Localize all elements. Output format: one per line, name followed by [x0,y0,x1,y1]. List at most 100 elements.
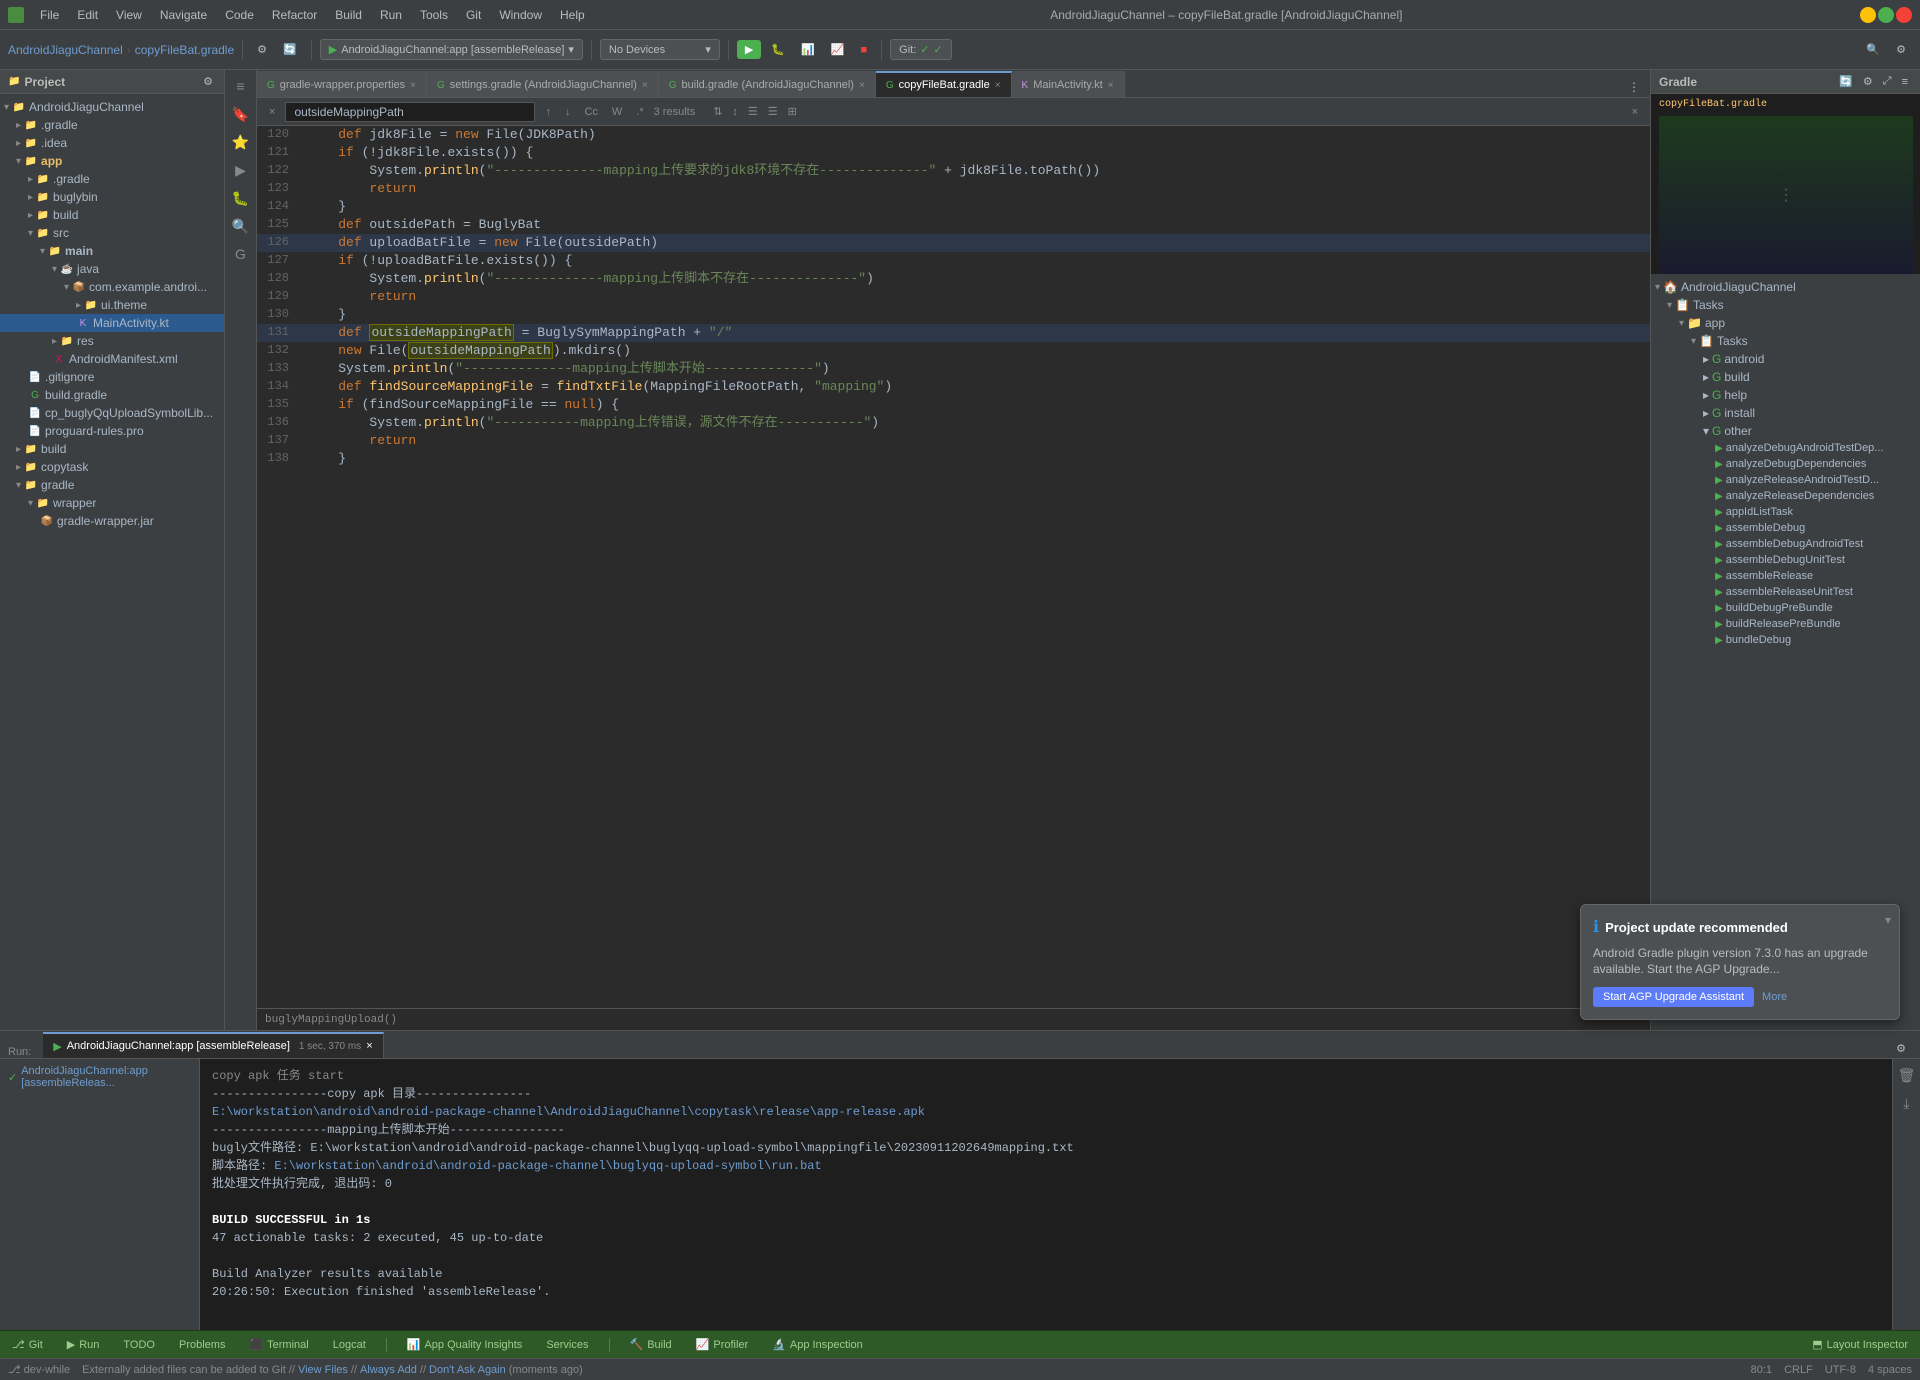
tree-item-mainactivity[interactable]: K MainActivity.kt [0,314,224,332]
gradle-sync-button[interactable]: 🔄 [1835,74,1857,89]
git-info[interactable]: Git: ✓ ✓ [890,39,952,60]
close-tab-copyfilebat[interactable]: × [995,80,1001,91]
tree-item-gitignore[interactable]: 📄 .gitignore [0,368,224,386]
tree-item-build-top[interactable]: ▸ 📁 build [0,440,224,458]
bottom-tool-git[interactable]: ⎇ Git [8,1336,47,1353]
breadcrumb-project[interactable]: AndroidJiaguChannel [8,43,123,57]
menu-file[interactable]: File [32,6,67,24]
view-files-link[interactable]: View Files [298,1364,348,1376]
run-scroll-button[interactable]: ⤓ [1895,1091,1919,1115]
tree-item-res[interactable]: ▸ 📁 res [0,332,224,350]
filter4-button[interactable]: ☰ [764,103,782,120]
menu-build[interactable]: Build [327,6,370,24]
dont-ask-link[interactable]: Don't Ask Again [429,1364,506,1376]
tab-build-gradle[interactable]: G build.gradle (AndroidJiaguChannel) × [659,71,876,97]
device-selector[interactable]: No Devices ▾ [600,39,720,60]
gradle-task-3[interactable]: ▶ analyzeReleaseAndroidTestD... [1651,472,1920,488]
menu-tools[interactable]: Tools [412,6,456,24]
gradle-task-bundle-debug[interactable]: ▶ bundleDebug [1651,632,1920,648]
bottom-tool-terminal[interactable]: ⬛ Terminal [245,1336,312,1353]
gradle-root[interactable]: ▾ 🏠 AndroidJiaguChannel [1651,278,1920,296]
search-word-button[interactable]: W [608,104,626,120]
menu-run[interactable]: Run [372,6,410,24]
gradle-task-assemble-debug-android[interactable]: ▶ assembleDebugAndroidTest [1651,536,1920,552]
bottom-tool-services[interactable]: Services [542,1337,592,1353]
tree-item-manifest[interactable]: X AndroidManifest.xml [0,350,224,368]
gradle-other[interactable]: ▾ G other [1651,422,1920,440]
project-structure-button[interactable]: ⚙ [251,40,273,59]
search-input[interactable] [285,102,535,122]
gradle-task-4[interactable]: ▶ analyzeReleaseDependencies [1651,488,1920,504]
bottom-tool-todo[interactable]: TODO [119,1337,159,1353]
bottom-tool-run[interactable]: ▶ Run [63,1336,104,1353]
search-case-button[interactable]: Cc [580,104,601,120]
gradle-task-build-debug[interactable]: ▶ buildDebugPreBundle [1651,600,1920,616]
menu-refactor[interactable]: Refactor [264,6,325,24]
close-run-tab[interactable]: × [366,1040,372,1052]
tree-item-cp-bugly[interactable]: 📄 cp_buglyQqUploadSymbolLib... [0,404,224,422]
gradle-app[interactable]: ▾ 📁 app [1651,314,1920,332]
status-indent[interactable]: 4 spaces [1868,1364,1912,1376]
tree-item-app[interactable]: ▾ 📁 app [0,152,224,170]
status-charset[interactable]: UTF-8 [1825,1364,1856,1376]
coverage-button[interactable]: 📊 [795,40,821,59]
tree-item-copytask[interactable]: ▸ 📁 copytask [0,458,224,476]
editor-content[interactable]: 120 def jdk8File = new File(JDK8Path) 12… [257,126,1650,1008]
script-path-link[interactable]: E:\workstation\android\android-package-c… [274,1159,821,1173]
tree-item-src[interactable]: ▾ 📁 src [0,224,224,242]
gradle-expand-button[interactable]: ⤢ [1879,74,1896,89]
bottom-tool-logcat[interactable]: Logcat [329,1337,370,1353]
gradle-settings-button[interactable]: ⚙ [1859,74,1877,89]
menu-git[interactable]: Git [458,6,489,24]
bottom-tool-app-quality[interactable]: 📊 App Quality Insights [403,1336,527,1353]
tree-item-java[interactable]: ▾ ☕ java [0,260,224,278]
gradle-filter-button[interactable]: ≡ [1898,74,1912,89]
close-tab-settings-gradle[interactable]: × [642,80,648,91]
apk-path-link[interactable]: E:\workstation\android\android-package-c… [212,1105,925,1119]
search-regex-button[interactable]: .* [632,104,647,120]
search-tool[interactable]: 🔍 [229,214,253,238]
tab-settings-gradle[interactable]: G settings.gradle (AndroidJiaguChannel) … [427,71,659,97]
tab-copyfilebat[interactable]: G copyFileBat.gradle × [876,71,1012,97]
breadcrumb-file[interactable]: copyFileBat.gradle [135,43,234,57]
menu-code[interactable]: Code [217,6,262,24]
gradle-build[interactable]: ▸ G build [1651,368,1920,386]
close-tab-build-gradle[interactable]: × [859,80,865,91]
status-encoding[interactable]: CRLF [1784,1364,1813,1376]
tree-item-ui-theme[interactable]: ▸ 📁 ui.theme [0,296,224,314]
gradle-app-tasks[interactable]: ▾ 📋 Tasks [1651,332,1920,350]
debug-button[interactable]: 🐛 [765,40,791,59]
close-button[interactable] [1896,7,1912,23]
debug-tool[interactable]: 🐛 [229,186,253,210]
favorites-tool[interactable]: ⭐ [229,130,253,154]
run-button[interactable]: ▶ [737,40,761,59]
run-tab-active[interactable]: ▶ AndroidJiaguChannel:app [assembleRelea… [43,1032,383,1058]
tree-item-idea[interactable]: ▸ 📁 .idea [0,134,224,152]
maximize-button[interactable] [1878,7,1894,23]
tree-root[interactable]: ▾ 📁 AndroidJiaguChannel [0,98,224,116]
tree-item-gradle1[interactable]: ▸ 📁 .gradle [0,116,224,134]
filter3-button[interactable]: ☰ [744,103,762,120]
tree-item-proguard[interactable]: 📄 proguard-rules.pro [0,422,224,440]
run-config-selector[interactable]: ▶ AndroidJiaguChannel:app [assembleRelea… [320,39,583,60]
sync-button[interactable]: 🔄 [277,40,303,59]
project-settings-button[interactable]: ⚙ [200,74,216,89]
tree-item-app-gradle[interactable]: ▸ 📁 .gradle [0,170,224,188]
profile-button[interactable]: 📈 [825,40,851,59]
filter2-button[interactable]: ↕ [728,103,742,120]
gradle-install[interactable]: ▸ G install [1651,404,1920,422]
gradle-task-appidlist[interactable]: ▶ appIdListTask [1651,504,1920,520]
close-tab-gradle-wrapper[interactable]: × [410,80,416,91]
run-clear-button[interactable]: 🗑 [1895,1063,1919,1087]
tab-mainactivity[interactable]: K MainActivity.kt × [1012,71,1125,97]
tab-gradle-wrapper[interactable]: G gradle-wrapper.properties × [257,71,427,97]
gradle-android[interactable]: ▸ G android [1651,350,1920,368]
minimize-button[interactable] [1860,7,1876,23]
tree-item-wrapper[interactable]: ▾ 📁 wrapper [0,494,224,512]
status-position[interactable]: 80:1 [1751,1364,1772,1376]
notification-more-link[interactable]: More [1762,991,1787,1003]
bottom-tool-app-inspection[interactable]: 🔬 App Inspection [768,1336,866,1353]
tree-item-gradle-wrapper-jar[interactable]: 📦 gradle-wrapper.jar [0,512,224,530]
close-tab-mainactivity[interactable]: × [1108,80,1114,91]
close-search-button[interactable]: × [265,104,279,120]
